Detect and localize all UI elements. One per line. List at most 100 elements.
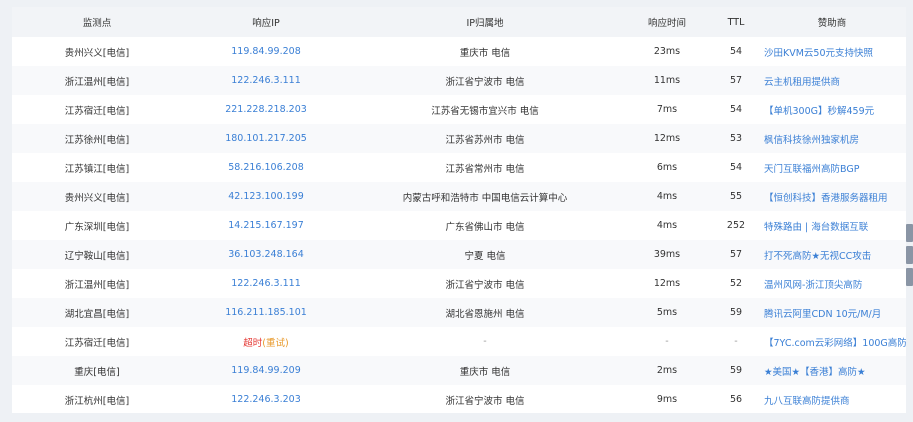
sponsor-link[interactable]: ★美国★【香港】高防★ [758,356,906,385]
ip-location: 浙江省宁波市 电信 [445,279,525,291]
monitor-node: 浙江温州[电信] [64,279,130,291]
ttl-value: - [734,336,738,347]
response-ip-link[interactable]: 122.246.3.203 [182,385,350,413]
page-scrollbar[interactable] [906,224,913,308]
monitor-node: 辽宁鞍山[电信] [64,250,130,262]
response-time: 11ms [653,75,681,86]
ip-location: 宁夏 电信 [464,250,506,262]
ttl-value: 59 [729,365,743,376]
response-time: 5ms [656,307,678,318]
monitor-node: 江苏宿迁[电信] [64,105,130,117]
monitor-node: 江苏徐州[电信] [64,134,130,146]
scrollbar-thumb[interactable] [906,224,913,242]
ip-location: 内蒙古呼和浩特市 中国电信云计算中心 [402,192,568,204]
sponsor-link[interactable]: 九八互联高防提供商 [758,385,906,413]
response-ip-link[interactable]: 36.103.248.164 [182,240,350,269]
response-ip-link[interactable]: 122.246.3.111 [182,269,350,298]
sponsor-link[interactable]: 温州风网-浙江顶尖高防 [758,269,906,298]
sponsor-link[interactable]: 天门互联福州高防BGP [758,153,906,182]
monitor-node: 浙江杭州[电信] [64,395,130,407]
timeout-label: 超时 [243,337,263,349]
ping-results-table: 监测点 响应IP IP归属地 响应时间 TTL 赞助商 贵州兴义[电信] 119… [12,7,906,413]
table-row: 贵州兴义[电信] 119.84.99.208 重庆市 电信 23ms 54 沙田… [12,37,906,66]
ip-location: 浙江省宁波市 电信 [445,76,525,88]
column-header-ip[interactable]: 响应IP [182,7,350,37]
table-row: 重庆[电信] 119.84.99.209 重庆市 电信 2ms 59 ★美国★【… [12,356,906,385]
table-header: 监测点 响应IP IP归属地 响应时间 TTL 赞助商 [12,7,906,37]
table-body: 贵州兴义[电信] 119.84.99.208 重庆市 电信 23ms 54 沙田… [12,37,906,413]
response-time: 6ms [656,162,678,173]
response-time: 4ms [656,220,678,231]
response-ip-link[interactable]: 14.215.167.197 [182,211,350,240]
ip-location: 浙江省宁波市 电信 [445,395,525,407]
ip-location: 江苏省常州市 电信 [445,163,525,175]
ip-location: 江苏省苏州市 电信 [445,134,525,146]
response-ip-link[interactable]: 116.211.185.101 [182,298,350,327]
response-time: - [665,336,669,347]
column-header-time[interactable]: 响应时间 [620,7,714,37]
table-row: 浙江温州[电信] 122.246.3.111 浙江省宁波市 电信 12ms 52… [12,269,906,298]
column-header-sponsor[interactable]: 赞助商 [758,7,906,37]
monitor-node: 重庆[电信] [74,366,120,378]
sponsor-link[interactable]: 腾讯云阿里CDN 10元/M/月 [758,298,906,327]
table-row: 江苏徐州[电信] 180.101.217.205 江苏省苏州市 电信 12ms … [12,124,906,153]
monitor-node: 浙江温州[电信] [64,76,130,88]
table-row: 江苏宿迁[电信] 超时(重试) - - - 【7YC.com云彩网络】100G高… [12,327,906,356]
ip-location: 湖北省恩施州 电信 [445,308,525,320]
table-row: 广东深圳[电信] 14.215.167.197 广东省佛山市 电信 4ms 25… [12,211,906,240]
ttl-value: 54 [729,104,743,115]
ttl-value: 59 [729,307,743,318]
sponsor-link[interactable]: 枫信科技徐州独家机房 [758,124,906,153]
response-ip-link[interactable]: 122.246.3.111 [182,66,350,95]
ip-location: 重庆市 电信 [459,366,511,378]
ttl-value: 54 [729,162,743,173]
table-row: 贵州兴义[电信] 42.123.100.199 内蒙古呼和浩特市 中国电信云计算… [12,182,906,211]
ip-location: 广东省佛山市 电信 [445,221,525,233]
response-time: 12ms [653,278,681,289]
ip-location: - [483,336,487,347]
response-time: 4ms [656,191,678,202]
column-header-location[interactable]: IP归属地 [350,7,620,37]
response-time: 2ms [656,365,678,376]
sponsor-link[interactable]: 云主机租用提供商 [758,66,906,95]
response-ip-link[interactable]: 119.84.99.208 [182,37,350,66]
ttl-value: 53 [729,133,743,144]
retry-link[interactable]: (重试) [262,338,288,349]
ttl-value: 52 [729,278,743,289]
timeout-cell: 超时(重试) [182,327,350,356]
sponsor-link[interactable]: 沙田KVM云50元支持快照 [758,37,906,66]
response-time: 39ms [653,249,681,260]
scrollbar-thumb[interactable] [906,246,913,264]
ttl-value: 57 [729,75,743,86]
ttl-value: 252 [726,220,746,231]
ttl-value: 54 [729,46,743,57]
table-row: 江苏镇江[电信] 58.216.106.208 江苏省常州市 电信 6ms 54… [12,153,906,182]
column-header-node[interactable]: 监测点 [12,7,182,37]
monitor-node: 江苏镇江[电信] [64,163,130,175]
sponsor-link[interactable]: 【7YC.com云彩网络】100G高防 [758,327,906,356]
monitor-node: 贵州兴义[电信] [64,192,130,204]
response-time: 7ms [656,104,678,115]
response-ip-link[interactable]: 180.101.217.205 [182,124,350,153]
monitor-node: 贵州兴义[电信] [64,47,130,59]
response-ip-link[interactable]: 119.84.99.209 [182,356,350,385]
response-ip-link[interactable]: 58.216.106.208 [182,153,350,182]
scrollbar-thumb[interactable] [906,268,913,286]
column-header-ttl[interactable]: TTL [714,7,758,37]
table-row: 浙江温州[电信] 122.246.3.111 浙江省宁波市 电信 11ms 57… [12,66,906,95]
monitor-node: 湖北宜昌[电信] [64,308,130,320]
sponsor-link[interactable]: 【单机300G】秒解459元 [758,95,906,124]
sponsor-link[interactable]: 打不死高防★无视CC攻击 [758,240,906,269]
sponsor-link[interactable]: 特殊路由 | 海台数据互联 [758,211,906,240]
response-ip-link[interactable]: 221.228.218.203 [182,95,350,124]
response-time: 23ms [653,46,681,57]
response-time: 12ms [653,133,681,144]
table-row: 辽宁鞍山[电信] 36.103.248.164 宁夏 电信 39ms 57 打不… [12,240,906,269]
monitor-node: 江苏宿迁[电信] [64,337,130,349]
monitor-node: 广东深圳[电信] [64,221,130,233]
sponsor-link[interactable]: 【恒创科技】香港服务器租用 [758,182,906,211]
table-row: 湖北宜昌[电信] 116.211.185.101 湖北省恩施州 电信 5ms 5… [12,298,906,327]
ttl-value: 55 [729,191,743,202]
ttl-value: 57 [729,249,743,260]
response-ip-link[interactable]: 42.123.100.199 [182,182,350,211]
